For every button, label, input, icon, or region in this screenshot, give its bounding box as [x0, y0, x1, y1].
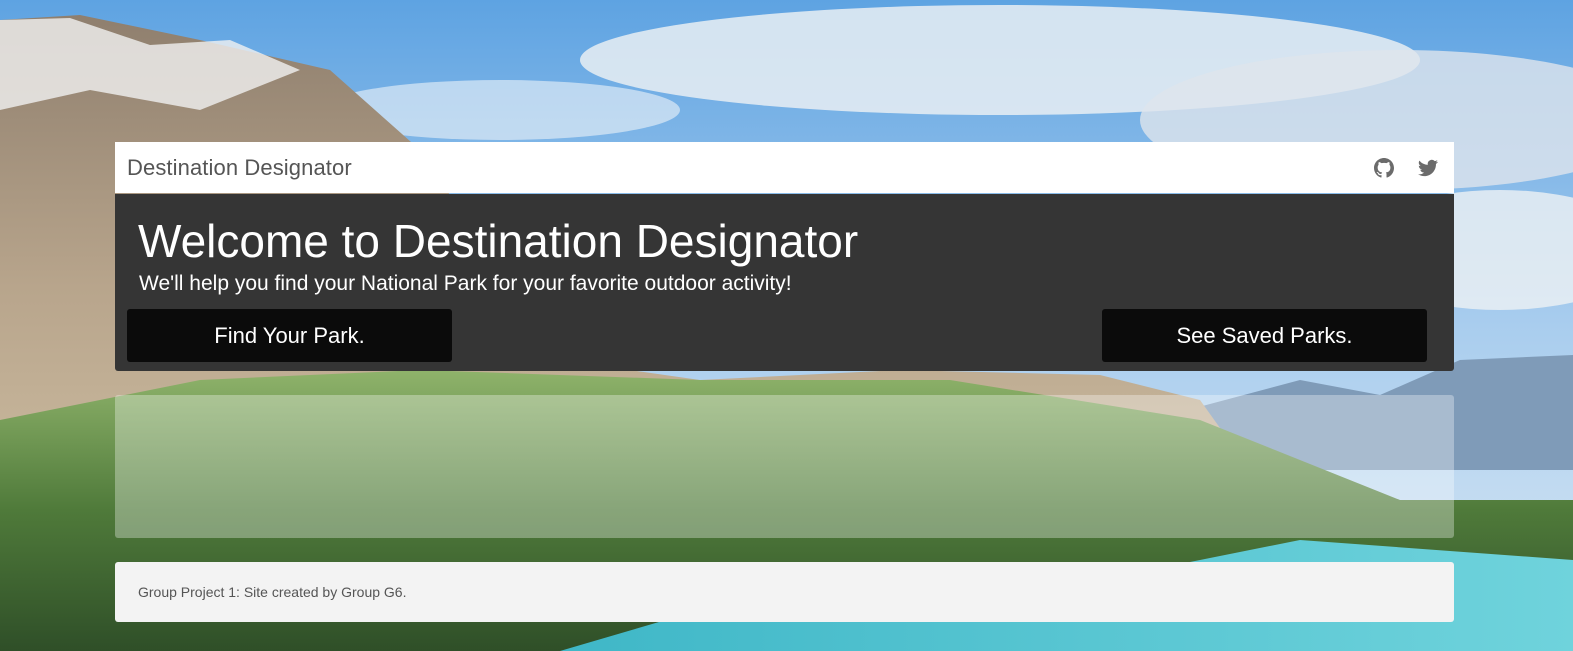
find-your-park-button[interactable]: Find Your Park.	[127, 309, 452, 362]
see-saved-parks-button[interactable]: See Saved Parks.	[1102, 309, 1427, 362]
brand-title[interactable]: Destination Designator	[127, 155, 352, 181]
footer: Group Project 1: Site created by Group G…	[115, 562, 1454, 622]
hero-jumbotron: Welcome to Destination Designator We'll …	[115, 194, 1454, 371]
social-links	[1374, 157, 1442, 178]
hero-subtitle: We'll help you find your National Park f…	[139, 272, 792, 295]
navbar: Destination Designator	[115, 142, 1454, 193]
results-panel	[115, 395, 1454, 538]
hero-title: Welcome to Destination Designator	[138, 215, 859, 267]
github-icon[interactable]	[1374, 157, 1394, 178]
twitter-icon[interactable]	[1418, 158, 1438, 178]
footer-text: Group Project 1: Site created by Group G…	[138, 584, 407, 600]
